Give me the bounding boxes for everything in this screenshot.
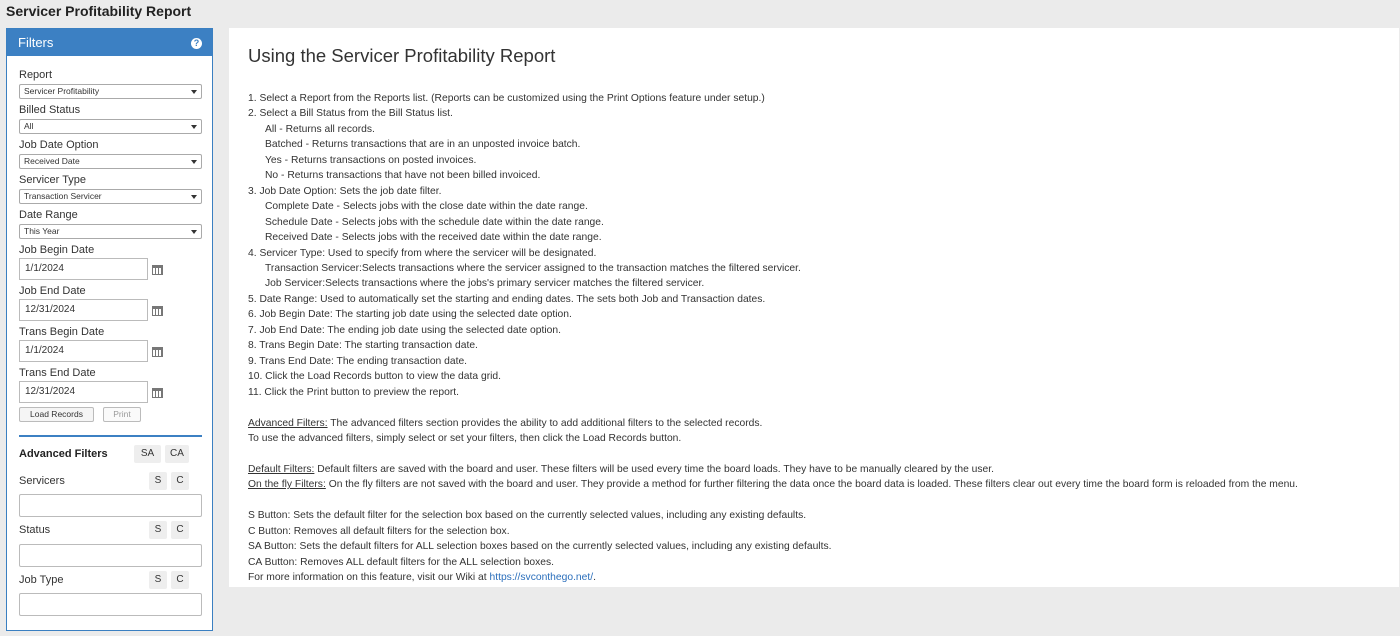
date-range-select[interactable]: This Year	[19, 224, 202, 239]
status-s-button[interactable]: S	[149, 521, 167, 539]
step-7: 7. Job End Date: The ending job date usi…	[248, 324, 561, 336]
step-3-complete: Complete Date - Selects jobs with the cl…	[265, 201, 588, 213]
advanced-filters-note: Advanced Filters: The advanced filters s…	[248, 416, 1298, 431]
step-5: 5. Date Range: Used to automatically set…	[248, 293, 766, 305]
main-title: Using the Servicer Profitability Report	[248, 45, 556, 66]
trans-end-date-input[interactable]: 12/31/2024	[19, 381, 148, 403]
advanced-filters-text: The advanced filters section provides th…	[327, 417, 763, 429]
report-select-value: Servicer Profitability	[24, 86, 100, 96]
wiki-note: For more information on this feature, vi…	[248, 570, 1298, 585]
report-label: Report	[19, 69, 53, 81]
trans-begin-date-label: Trans Begin Date	[19, 326, 105, 338]
billed-status-value: All	[24, 121, 34, 131]
billed-status-label: Billed Status	[19, 104, 81, 116]
chevron-down-icon	[191, 90, 197, 94]
job-type-c-button[interactable]: C	[171, 571, 189, 589]
step-2: 2. Select a Bill Status from the Bill St…	[248, 108, 453, 120]
job-begin-date-input[interactable]: 1/1/2024	[19, 258, 148, 280]
step-2-yes: Yes - Returns transactions on posted inv…	[265, 154, 477, 166]
print-button[interactable]: Print	[103, 407, 141, 422]
servicers-c-button[interactable]: C	[171, 472, 189, 490]
date-range-label: Date Range	[19, 209, 78, 221]
date-range-value: This Year	[24, 226, 60, 236]
status-c-button[interactable]: C	[171, 521, 189, 539]
default-filters-text: Default filters are saved with the board…	[314, 463, 994, 475]
step-3-schedule: Schedule Date - Selects jobs with the sc…	[265, 216, 604, 228]
step-3: 3. Job Date Option: Sets the job date fi…	[248, 185, 442, 197]
load-records-button[interactable]: Load Records	[19, 407, 94, 422]
job-type-label: Job Type	[19, 574, 64, 586]
step-4-transaction: Transaction Servicer:Selects transaction…	[265, 262, 801, 274]
servicer-type-value: Transaction Servicer	[24, 191, 102, 201]
job-date-option-label: Job Date Option	[19, 139, 99, 151]
wiki-period: .	[593, 572, 596, 583]
job-date-option-select[interactable]: Received Date	[19, 154, 202, 169]
job-type-s-button[interactable]: S	[149, 571, 167, 589]
filters-title: Filters	[18, 35, 54, 50]
step-9: 9. Trans End Date: The ending transactio…	[248, 355, 468, 367]
trans-begin-date-input[interactable]: 1/1/2024	[19, 340, 148, 362]
calendar-icon[interactable]	[152, 347, 163, 357]
job-end-date-label: Job End Date	[19, 285, 86, 297]
billed-status-select[interactable]: All	[19, 119, 202, 134]
on-the-fly-note: On the fly Filters: On the fly filters a…	[248, 477, 1298, 492]
servicer-type-select[interactable]: Transaction Servicer	[19, 189, 202, 204]
on-the-fly-text: On the fly filters are not saved with th…	[325, 479, 1298, 491]
step-11: 11. Click the Print button to preview th…	[248, 386, 460, 398]
advanced-divider	[19, 435, 202, 437]
default-filters-heading: Default Filters:	[248, 463, 315, 475]
servicers-label: Servicers	[19, 475, 65, 487]
page-title: Servicer Profitability Report	[6, 3, 192, 19]
step-10: 10. Click the Load Records button to vie…	[248, 371, 501, 383]
advanced-filters-text-2: To use the advanced filters, simply sele…	[248, 432, 682, 444]
step-2-all: All - Returns all records.	[265, 123, 375, 135]
advanced-filters-heading: Advanced Filters:	[248, 417, 328, 429]
trans-end-date-label: Trans End Date	[19, 367, 96, 379]
status-label: Status	[19, 524, 51, 536]
ca-button[interactable]: CA	[165, 445, 189, 463]
main-content: Using the Servicer Profitability Report …	[229, 28, 1399, 587]
calendar-icon[interactable]	[152, 388, 163, 398]
sa-button[interactable]: SA	[134, 445, 161, 463]
chevron-down-icon	[191, 195, 197, 199]
chevron-down-icon	[191, 125, 197, 129]
step-2-no: No - Returns transactions that have not …	[265, 170, 541, 182]
wiki-text: For more information on this feature, vi…	[248, 572, 490, 583]
job-date-option-value: Received Date	[24, 156, 80, 166]
filters-header: Filters ?	[7, 29, 212, 56]
chevron-down-icon	[191, 230, 197, 234]
step-4-job: Job Servicer:Selects transactions where …	[265, 278, 705, 290]
default-filters-note: Default Filters: Default filters are sav…	[248, 462, 1298, 477]
ca-button-note: CA Button: Removes ALL default filters f…	[248, 556, 555, 568]
report-select[interactable]: Servicer Profitability	[19, 84, 202, 99]
calendar-icon[interactable]	[152, 265, 163, 275]
advanced-filters-title: Advanced Filters	[19, 448, 108, 460]
on-the-fly-heading: On the fly Filters:	[248, 479, 326, 491]
s-button-note: S Button: Sets the default filter for th…	[248, 510, 807, 522]
status-select[interactable]	[19, 544, 202, 567]
chevron-down-icon	[191, 160, 197, 164]
job-end-date-input[interactable]: 12/31/2024	[19, 299, 148, 321]
step-4: 4. Servicer Type: Used to specify from w…	[248, 247, 597, 259]
step-3-received: Received Date - Selects jobs with the re…	[265, 232, 602, 244]
job-begin-date-label: Job Begin Date	[19, 244, 95, 256]
instructions: 1. Select a Report from the Reports list…	[248, 91, 1298, 585]
step-2-batched: Batched - Returns transactions that are …	[265, 139, 581, 151]
servicers-select[interactable]	[19, 494, 202, 517]
wiki-link[interactable]: https://svconthego.net/	[490, 572, 594, 583]
step-6: 6. Job Begin Date: The starting job date…	[248, 309, 572, 321]
servicers-s-button[interactable]: S	[149, 472, 167, 490]
job-type-select[interactable]	[19, 593, 202, 616]
filters-panel: Filters ? Report Servicer Profitability …	[6, 28, 213, 631]
sa-button-note: SA Button: Sets the default filters for …	[248, 541, 832, 553]
calendar-icon[interactable]	[152, 306, 163, 316]
step-1: 1. Select a Report from the Reports list…	[248, 93, 765, 104]
servicer-type-label: Servicer Type	[19, 174, 87, 186]
question-icon[interactable]: ?	[191, 38, 202, 49]
step-8: 8. Trans Begin Date: The starting transa…	[248, 340, 478, 352]
c-button-note: C Button: Removes all default filters fo…	[248, 525, 510, 537]
